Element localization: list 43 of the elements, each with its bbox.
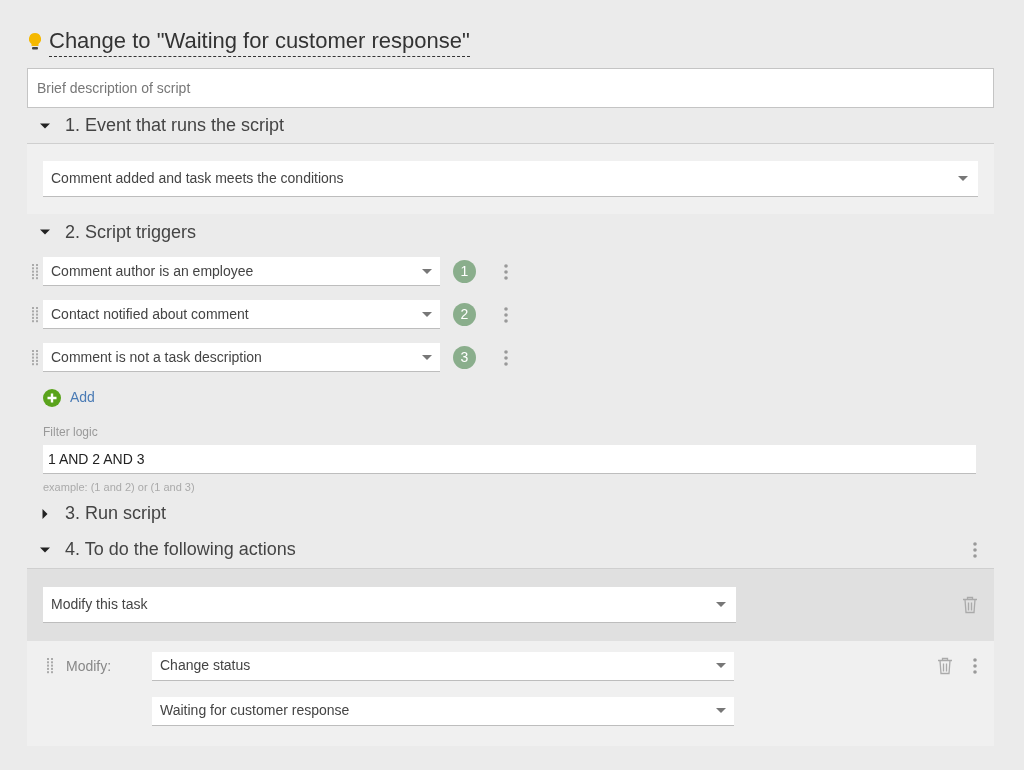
add-link[interactable]: Add <box>43 387 994 408</box>
filter-logic-field[interactable]: 1 AND 2 AND 3 <box>43 445 976 474</box>
drag-handle-icon[interactable] <box>47 658 54 674</box>
more-options-icon[interactable] <box>504 349 508 366</box>
script-title[interactable]: Change to "Waiting for customer response" <box>49 26 470 57</box>
condition-number-badge: 2 <box>453 303 476 326</box>
section-heading[interactable]: 4. To do the following actions <box>65 536 296 563</box>
dropdown-caret-icon <box>716 708 726 713</box>
expanded-caret-icon[interactable] <box>40 227 50 237</box>
trash-icon[interactable] <box>962 595 978 614</box>
add-circle-icon <box>43 388 61 407</box>
filter-logic-label: Filter logic <box>43 424 99 441</box>
modify-label: Modify: <box>66 656 113 676</box>
more-options-icon[interactable] <box>973 541 977 558</box>
drag-handle-icon[interactable] <box>31 263 39 280</box>
dropdown-caret-icon <box>422 311 432 317</box>
dropdown-select[interactable]: Waiting for customer response <box>152 696 734 726</box>
section-heading[interactable]: 2. Script triggers <box>65 218 197 246</box>
drag-handle-icon[interactable] <box>31 306 39 323</box>
drag-handle-icon[interactable] <box>31 349 39 366</box>
condition-number-badge: 3 <box>453 346 476 369</box>
description-field[interactable]: Brief description of script <box>27 68 994 108</box>
section-heading[interactable]: 3. Run script <box>65 500 167 527</box>
dropdown-select[interactable]: Change status <box>152 651 734 681</box>
dropdown-caret-icon <box>422 268 432 274</box>
more-options-icon[interactable] <box>973 658 977 674</box>
dropdown-caret-icon <box>958 176 968 181</box>
dropdown-caret-icon <box>716 663 726 668</box>
dropdown-select[interactable]: Modify this task <box>43 586 736 623</box>
filter-logic-hint: example: (1 and 2) or (1 and 3) <box>43 480 196 495</box>
dropdown-select[interactable]: Comment added and task meets the conditions <box>43 161 978 197</box>
collapsed-caret-icon[interactable] <box>40 508 50 519</box>
section-heading[interactable]: 1. Event that runs the script <box>65 112 285 139</box>
dropdown-caret-icon <box>422 354 432 360</box>
trash-icon[interactable] <box>937 657 953 675</box>
more-options-icon[interactable] <box>504 306 508 323</box>
dropdown-select[interactable]: Contact notified about comment <box>43 300 440 329</box>
condition-number-badge: 1 <box>453 260 476 283</box>
dropdown-select[interactable]: Comment author is an employee <box>43 257 440 286</box>
more-options-icon[interactable] <box>504 263 508 280</box>
dropdown-select[interactable]: Comment is not a task description <box>43 343 440 372</box>
dropdown-caret-icon <box>716 601 726 607</box>
lightbulb-icon <box>29 32 41 51</box>
